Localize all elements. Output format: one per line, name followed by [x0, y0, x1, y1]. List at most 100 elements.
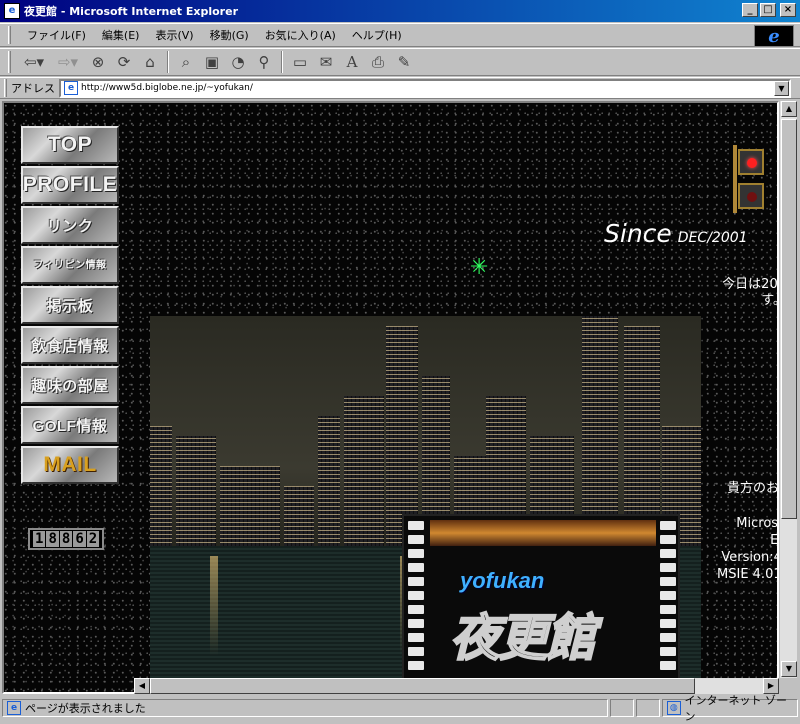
font-icon: A [346, 53, 358, 71]
address-bar: アドレス e ▼ [0, 77, 800, 99]
search-icon: ⌕ [181, 53, 191, 71]
toolbar-grip [8, 51, 11, 73]
page-done-icon: e [7, 701, 21, 715]
nav-mail[interactable]: MAIL [21, 446, 119, 484]
back-button[interactable]: ⇦▾ [17, 50, 51, 74]
address-dropdown-button[interactable]: ▼ [774, 80, 789, 96]
horizontal-scrollbar[interactable]: ◀ ▶ [134, 678, 779, 694]
status-bar: e ページが表示されました ◍ インターネット ゾーン [0, 694, 800, 723]
printer-icon: ⎙ [371, 53, 384, 71]
mail-icon: ✉ [319, 53, 333, 71]
nav-hobby-room[interactable]: 趣味の部屋 [21, 366, 119, 404]
address-label: アドレス [11, 82, 55, 95]
arrow-left-icon: ◀ [138, 681, 146, 690]
status-pane-empty [636, 699, 660, 717]
nav-bbs[interactable]: 掲示板 [21, 286, 119, 324]
site-navigation: TOP PROFILE リンク フィリピン情報 掲示板 飲食店情報 趣味の部屋 … [21, 126, 121, 486]
page-content: TOP PROFILE リンク フィリピン情報 掲示板 飲食店情報 趣味の部屋 … [2, 101, 779, 694]
since-date: DEC/2001 [677, 230, 748, 246]
toolbar-separator [167, 51, 169, 73]
home-button[interactable]: ⌂ [137, 50, 163, 74]
favorites-button[interactable]: ▣ [199, 50, 225, 74]
toolbar: ⇦▾ ⇨▾ ⊗ ⟳ ⌂ ⌕ ▣ ◔ ⚲ ▭ ✉ A ⎙ ✎ [0, 48, 800, 76]
counter-digit: 8 [46, 531, 59, 547]
horizontal-scroll-thumb[interactable] [150, 678, 695, 694]
address-field[interactable]: e ▼ [59, 78, 791, 98]
browser-info: Microso Ex Version:4. MSIE 4.01; [704, 515, 779, 583]
browser-info-line: Version:4. [721, 550, 777, 565]
counter-digit: 8 [59, 531, 73, 547]
window-title: 夜更館 - Microsoft Internet Explorer [24, 5, 238, 18]
today-message: 今日は200 す。 [706, 277, 778, 309]
search-button[interactable]: ⌕ [173, 50, 199, 74]
scroll-down-button[interactable]: ▼ [781, 661, 797, 677]
counter-digit: 2 [86, 531, 100, 547]
stop-icon: ⊗ [91, 53, 105, 71]
menu-go[interactable]: 移動(G) [202, 27, 257, 43]
menu-file[interactable]: ファイル(F) [19, 27, 94, 43]
nav-profile[interactable]: PROFILE [21, 166, 119, 204]
today-line-1: 今日は200 [722, 277, 778, 292]
forward-arrow-icon: ⇨▾ [57, 53, 79, 71]
refresh-icon: ⟳ [117, 53, 131, 71]
fullscreen-button[interactable]: ▭ [287, 50, 313, 74]
scroll-up-button[interactable]: ▲ [781, 101, 797, 117]
nav-top[interactable]: TOP [21, 126, 119, 164]
forward-button[interactable]: ⇨▾ [51, 50, 85, 74]
night-city-image: yofukan 夜更館 [150, 316, 701, 692]
edit-button[interactable]: ✎ [391, 50, 417, 74]
visitor-message: 貴方のお [727, 481, 779, 496]
close-button[interactable]: × [780, 3, 796, 17]
font-button[interactable]: A [339, 50, 365, 74]
carousel-frame [430, 520, 656, 546]
mail-button[interactable]: ✉ [313, 50, 339, 74]
print-button[interactable]: ⎙ [365, 50, 391, 74]
browser-info-line: Ex [770, 533, 779, 548]
refresh-button[interactable]: ⟳ [111, 50, 137, 74]
minimize-button[interactable]: _ [742, 3, 758, 17]
internet-zone-icon: ◍ [667, 701, 681, 715]
counter-digit: 1 [33, 531, 46, 547]
history-icon: ◔ [231, 53, 245, 71]
status-text-pane: e ページが表示されました [2, 699, 608, 717]
arrow-right-icon: ▶ [767, 681, 775, 690]
back-arrow-icon: ⇦▾ [23, 53, 45, 71]
history-button[interactable]: ◔ [225, 50, 251, 74]
access-counter: 1 8 8 6 2 [28, 528, 105, 550]
edit-icon: ✎ [397, 53, 411, 71]
vertical-scrollbar[interactable]: ▲ ▼ [779, 101, 797, 678]
nav-philippines-info[interactable]: フィリピン情報 [21, 246, 119, 284]
today-line-2: す。 [761, 293, 777, 308]
fullscreen-icon: ▭ [292, 53, 308, 71]
arrow-up-icon: ▲ [785, 104, 793, 113]
menu-view[interactable]: 表示(V) [147, 27, 201, 43]
vertical-scroll-thumb[interactable] [781, 119, 797, 519]
favorites-folder-icon: ▣ [204, 53, 220, 71]
stop-button[interactable]: ⊗ [85, 50, 111, 74]
since-label: Since [604, 219, 672, 248]
channels-button[interactable]: ⚲ [251, 50, 277, 74]
maximize-button[interactable]: □ [760, 3, 776, 17]
status-pane-empty [610, 699, 634, 717]
menu-help[interactable]: ヘルプ(H) [344, 27, 410, 43]
ie-page-icon: e [4, 3, 20, 19]
logo-english: yofukan [460, 568, 545, 593]
security-zone-pane: ◍ インターネット ゾーン [662, 694, 798, 723]
nav-links[interactable]: リンク [21, 206, 119, 244]
channels-icon: ⚲ [258, 53, 270, 71]
menu-bar: ファイル(F) 編集(E) 表示(V) 移動(G) お気に入り(A) ヘルプ(H… [0, 23, 800, 47]
scroll-left-button[interactable]: ◀ [134, 678, 150, 694]
address-input[interactable] [81, 83, 761, 93]
traffic-light-icon [732, 145, 764, 213]
nav-restaurant-info[interactable]: 飲食店情報 [21, 326, 119, 364]
address-grip [4, 79, 7, 97]
logo-japanese: 夜更館 [449, 608, 597, 668]
menu-favorites[interactable]: お気に入り(A) [257, 27, 344, 43]
since-caption: Since DEC/2001 [604, 219, 748, 248]
film-strip-logo: yofukan 夜更館 [402, 514, 680, 692]
nav-golf-info[interactable]: GOLF情報 [21, 406, 119, 444]
zone-text: インターネット ゾーン [684, 694, 788, 723]
menu-edit[interactable]: 編集(E) [94, 27, 148, 43]
title-bar: e 夜更館 - Microsoft Internet Explorer _ □ … [0, 0, 800, 22]
browser-info-line: MSIE 4.01; [717, 567, 777, 582]
